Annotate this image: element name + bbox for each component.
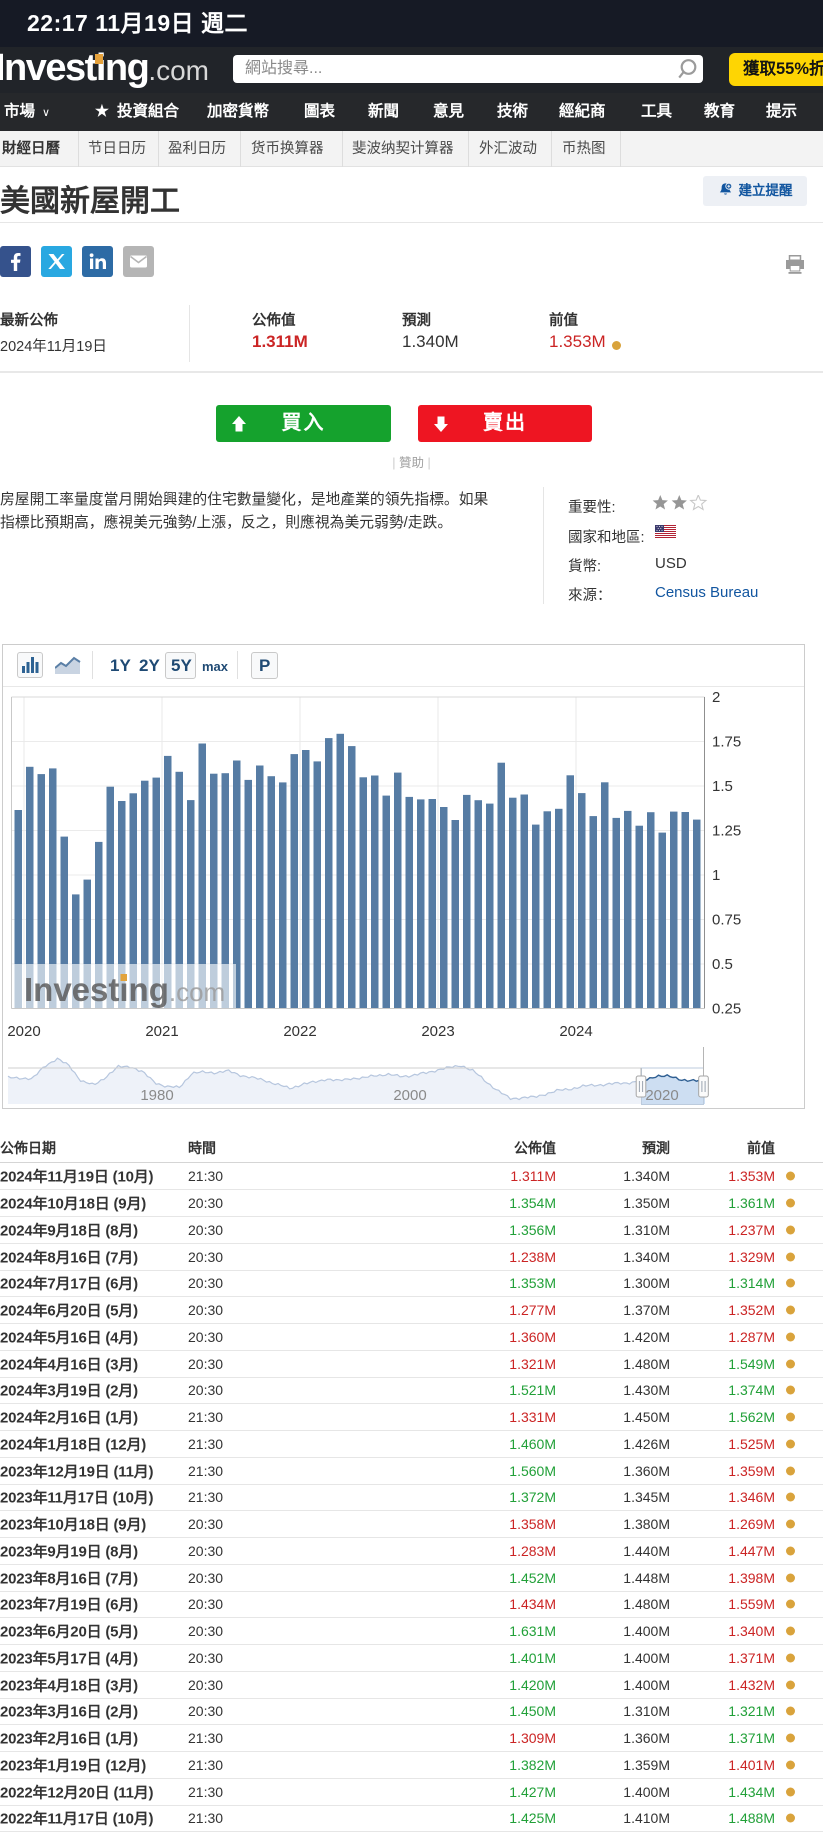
svg-text:0.5: 0.5 bbox=[712, 956, 733, 973]
svg-text:2022: 2022 bbox=[283, 1023, 316, 1040]
svg-text:2024: 2024 bbox=[559, 1023, 592, 1040]
svg-text:1.75: 1.75 bbox=[712, 734, 741, 751]
svg-text:1980: 1980 bbox=[140, 1087, 173, 1104]
svg-text:1.5: 1.5 bbox=[712, 778, 733, 795]
svg-text:1.25: 1.25 bbox=[712, 823, 741, 840]
svg-text:2: 2 bbox=[712, 689, 720, 706]
svg-text:2023: 2023 bbox=[421, 1023, 454, 1040]
svg-text:2021: 2021 bbox=[145, 1023, 178, 1040]
svg-text:0.75: 0.75 bbox=[712, 912, 741, 929]
svg-text:1: 1 bbox=[712, 867, 720, 884]
svg-text:2020: 2020 bbox=[645, 1087, 678, 1104]
svg-text:2000: 2000 bbox=[393, 1087, 426, 1104]
svg-text:2020: 2020 bbox=[7, 1023, 40, 1040]
svg-text:0.25: 0.25 bbox=[712, 1001, 741, 1018]
